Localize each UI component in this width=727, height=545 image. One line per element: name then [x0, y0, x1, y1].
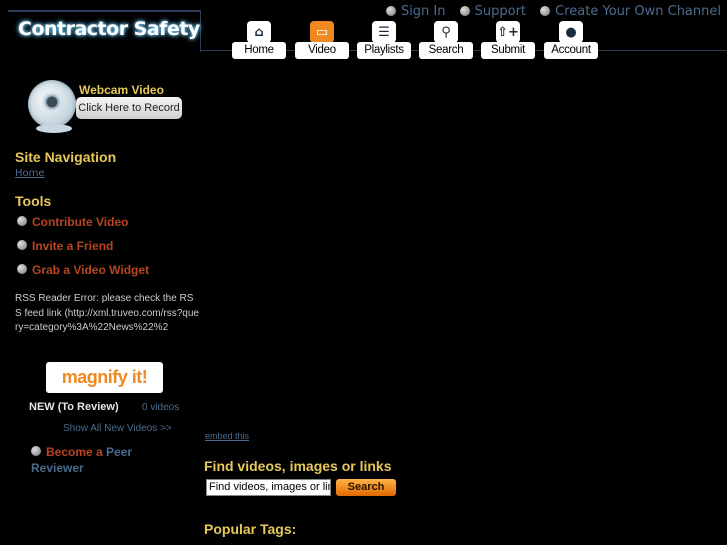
popular-tags-heading: Popular Tags: [204, 521, 297, 537]
record-button[interactable]: Click Here to Record [76, 97, 182, 119]
webcam-stand [36, 124, 72, 133]
rss-error-text: RSS Reader Error: please check the RSS f… [15, 293, 199, 333]
bullet-icon [31, 446, 41, 456]
invite-friend-link[interactable]: Invite a Friend [17, 239, 113, 253]
search-input[interactable]: Find videos, images or links [206, 479, 331, 496]
embed-link[interactable]: embed this [205, 431, 249, 441]
new-to-review-label: NEW (To Review) [29, 401, 119, 413]
bullet-icon [17, 240, 27, 250]
nav-account[interactable]: ● Account [544, 14, 598, 60]
magnifier-icon: ⚲ [434, 21, 458, 43]
video-widget-link[interactable]: Grab a Video Widget [17, 263, 149, 277]
find-heading: Find videos, images or links [204, 458, 392, 474]
new-video-count[interactable]: 0 videos [142, 402, 179, 413]
magnify-logo[interactable]: magnify it! [46, 362, 163, 393]
become-peer-reviewer-link[interactable]: Become a Peer Reviewer [31, 444, 161, 476]
home-link[interactable]: Home [15, 168, 45, 179]
tv-icon: ▭ [310, 21, 334, 43]
upload-icon: ⇧+ [496, 21, 520, 43]
show-all-new-link[interactable]: Show All New Videos >> [63, 423, 172, 434]
bullet-icon [17, 216, 27, 226]
webcam-title: Webcam Video [79, 83, 164, 97]
search-button[interactable]: Search [336, 479, 396, 496]
contribute-video-link[interactable]: Contribute Video [17, 215, 128, 229]
tools-heading: Tools [15, 193, 52, 209]
webcam-lens [42, 92, 62, 112]
nav-playlists[interactable]: ☰ Playlists [357, 14, 411, 60]
nav-submit[interactable]: ⇧+ Submit [481, 14, 535, 60]
nav-search[interactable]: ⚲ Search [419, 14, 473, 60]
nav-video[interactable]: ▭ Video [295, 14, 349, 60]
webcam-icon [28, 80, 76, 128]
nav-home[interactable]: ⌂ Home [232, 14, 286, 60]
user-icon: ● [559, 21, 583, 43]
site-logo[interactable]: Contractor Safety [18, 18, 200, 40]
home-icon: ⌂ [247, 21, 271, 43]
list-icon: ☰ [372, 21, 396, 43]
bullet-icon [17, 264, 27, 274]
webcam-record-widget[interactable]: Webcam Video Click Here to Record [28, 80, 183, 135]
site-nav-heading: Site Navigation [15, 149, 117, 165]
